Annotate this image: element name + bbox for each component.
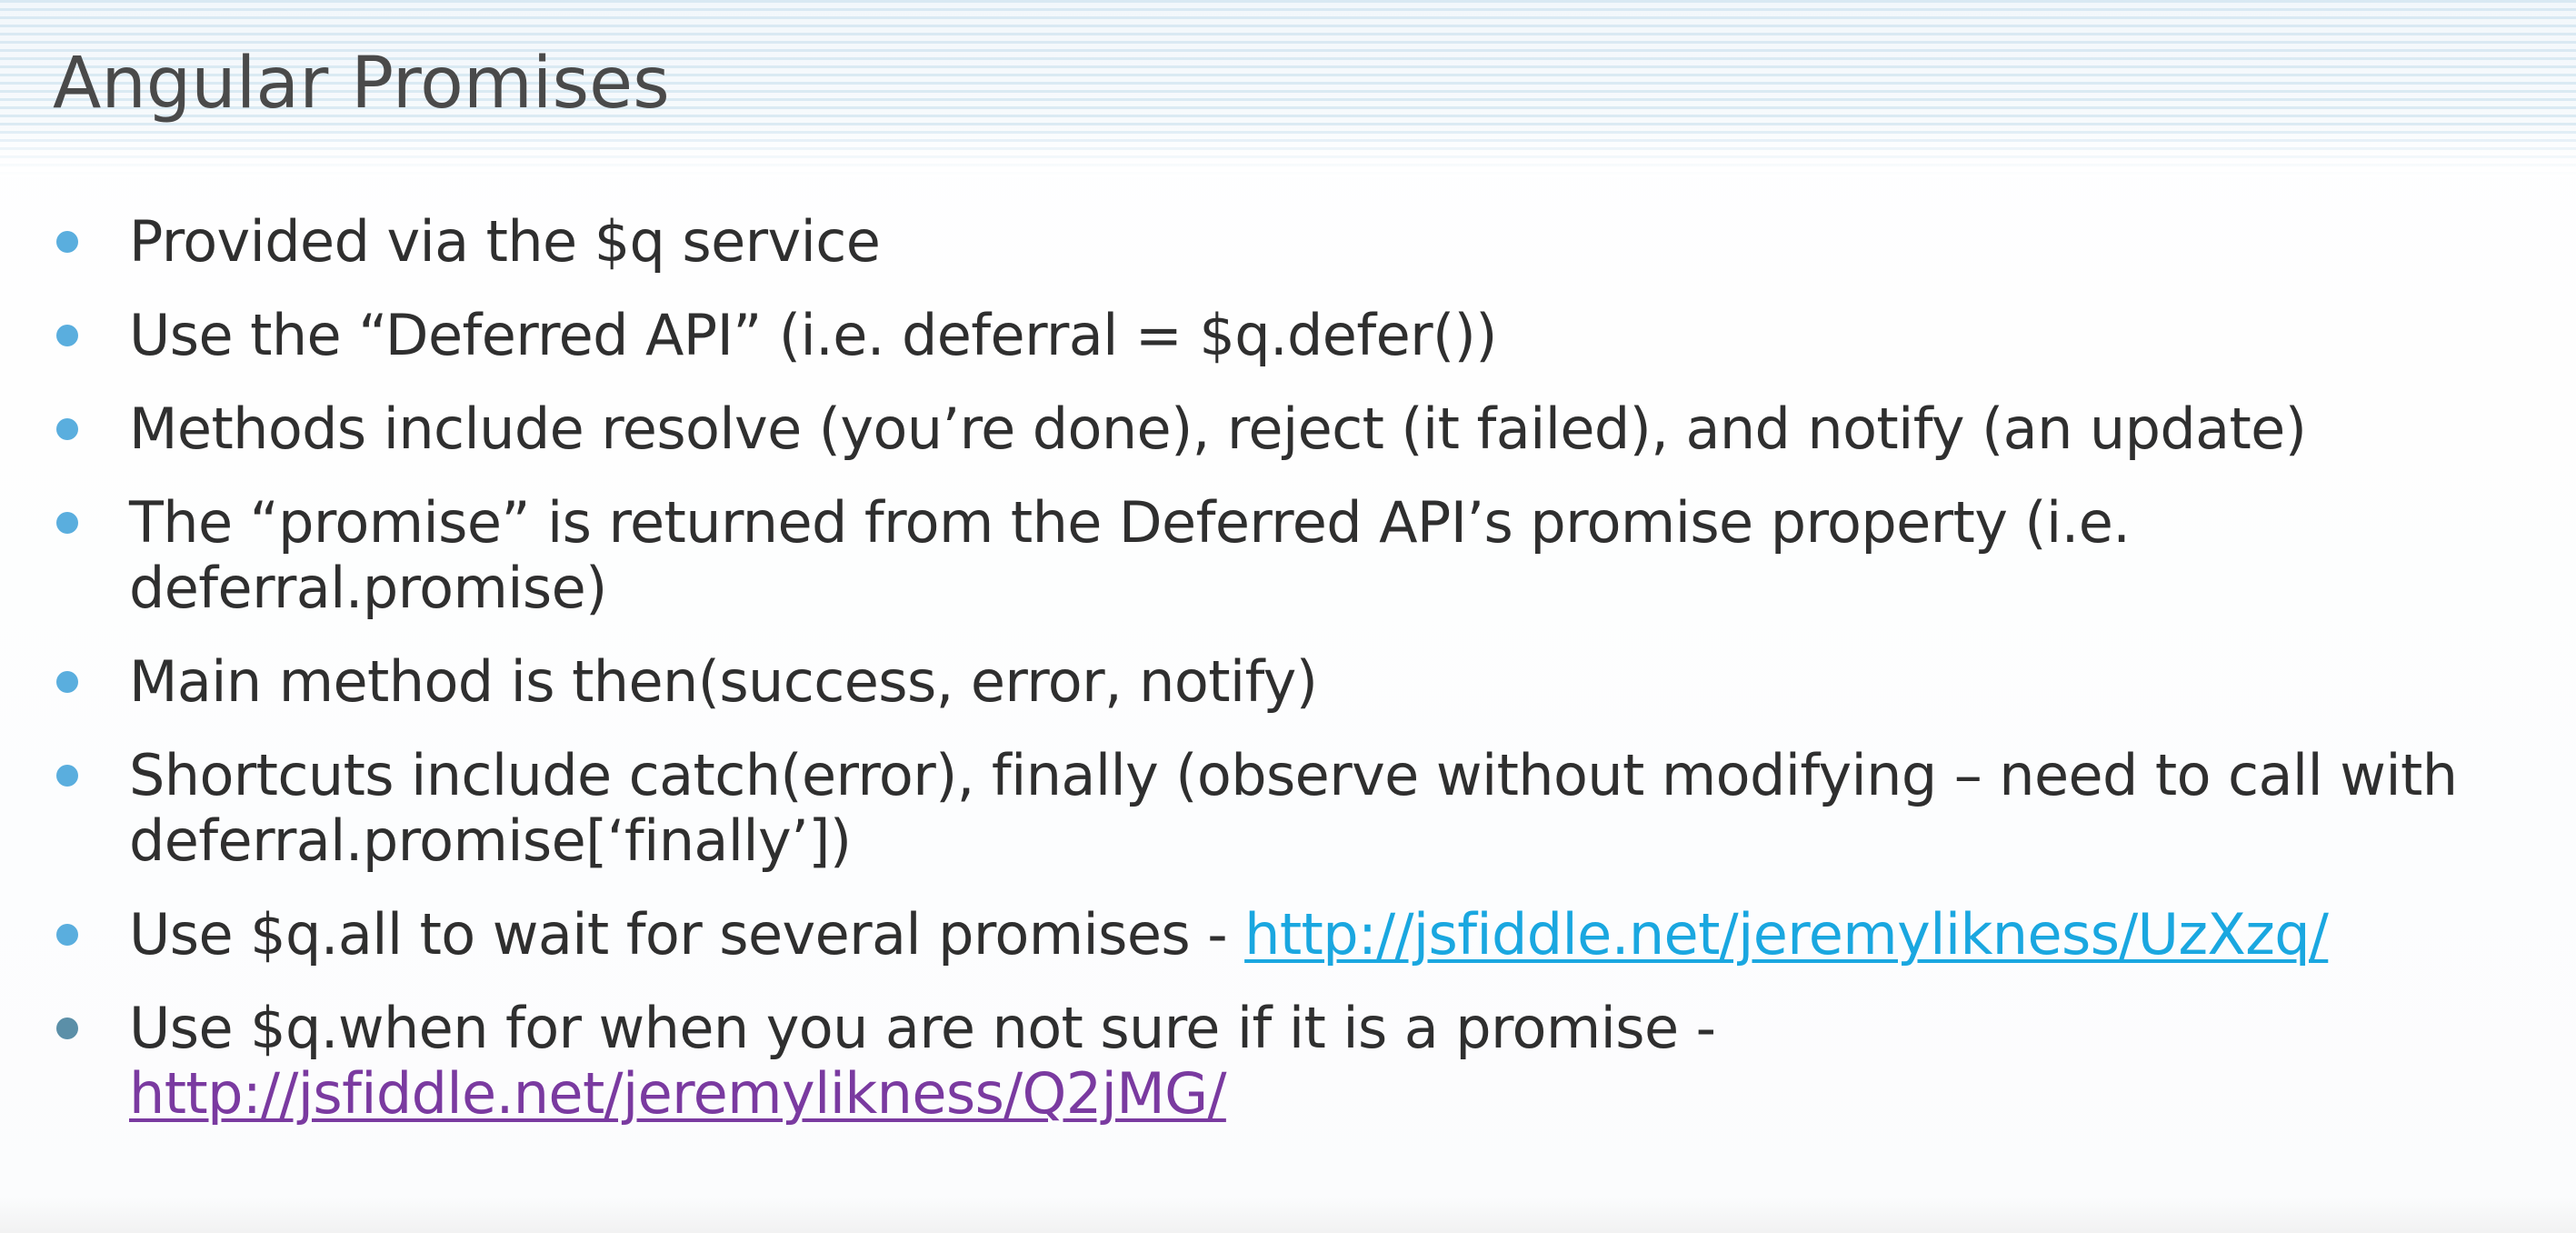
bullet-item: Main method is then(success, error, noti…	[55, 649, 2545, 715]
bullet-dot-icon	[56, 671, 78, 693]
bullet-text: Use $q.when for when you are not sure if…	[129, 995, 1716, 1061]
bullet-item: Use $q.when for when you are not sure if…	[55, 996, 2545, 1127]
bullet-dot-icon	[56, 231, 78, 253]
bullet-dot-icon	[56, 325, 78, 346]
bullet-text: Methods include resolve (you’re done), r…	[129, 396, 2307, 462]
bottom-shadow	[0, 1197, 2576, 1233]
bullet-dot-icon	[56, 512, 78, 534]
jsfiddle-link-when[interactable]: http://jsfiddle.net/jeremylikness/Q2jMG/	[129, 1060, 1226, 1127]
bullet-dot-icon	[56, 1017, 78, 1039]
bullet-text: The “promise” is returned from the Defer…	[129, 489, 2131, 621]
bullet-dot-icon	[56, 765, 78, 787]
bullet-item: Use the “Deferred API” (i.e. deferral = …	[55, 303, 2545, 368]
bullet-item: Use $q.all to wait for several promises …	[55, 902, 2545, 967]
bullet-text: Provided via the $q service	[129, 208, 881, 275]
bullet-text: Main method is then(success, error, noti…	[129, 648, 1318, 715]
bullet-text: Use $q.all to wait for several promises …	[129, 901, 1245, 967]
bullet-item: The “promise” is returned from the Defer…	[55, 490, 2545, 621]
bullet-text: Shortcuts include catch(error), finally …	[129, 742, 2458, 874]
slide-title: Angular Promises	[53, 43, 670, 125]
bullet-dot-icon	[56, 924, 78, 946]
jsfiddle-link-all[interactable]: http://jsfiddle.net/jeremylikness/UzXzq/	[1244, 901, 2329, 967]
bullet-list: Provided via the $q service Use the “Def…	[55, 209, 2545, 1155]
bullet-item: Provided via the $q service	[55, 209, 2545, 275]
bullet-dot-icon	[56, 418, 78, 440]
bullet-item: Shortcuts include catch(error), finally …	[55, 743, 2545, 874]
bullet-item: Methods include resolve (you’re done), r…	[55, 396, 2545, 462]
bullet-text: Use the “Deferred API” (i.e. deferral = …	[129, 302, 1497, 368]
slide: Angular Promises Provided via the $q ser…	[0, 0, 2576, 1233]
